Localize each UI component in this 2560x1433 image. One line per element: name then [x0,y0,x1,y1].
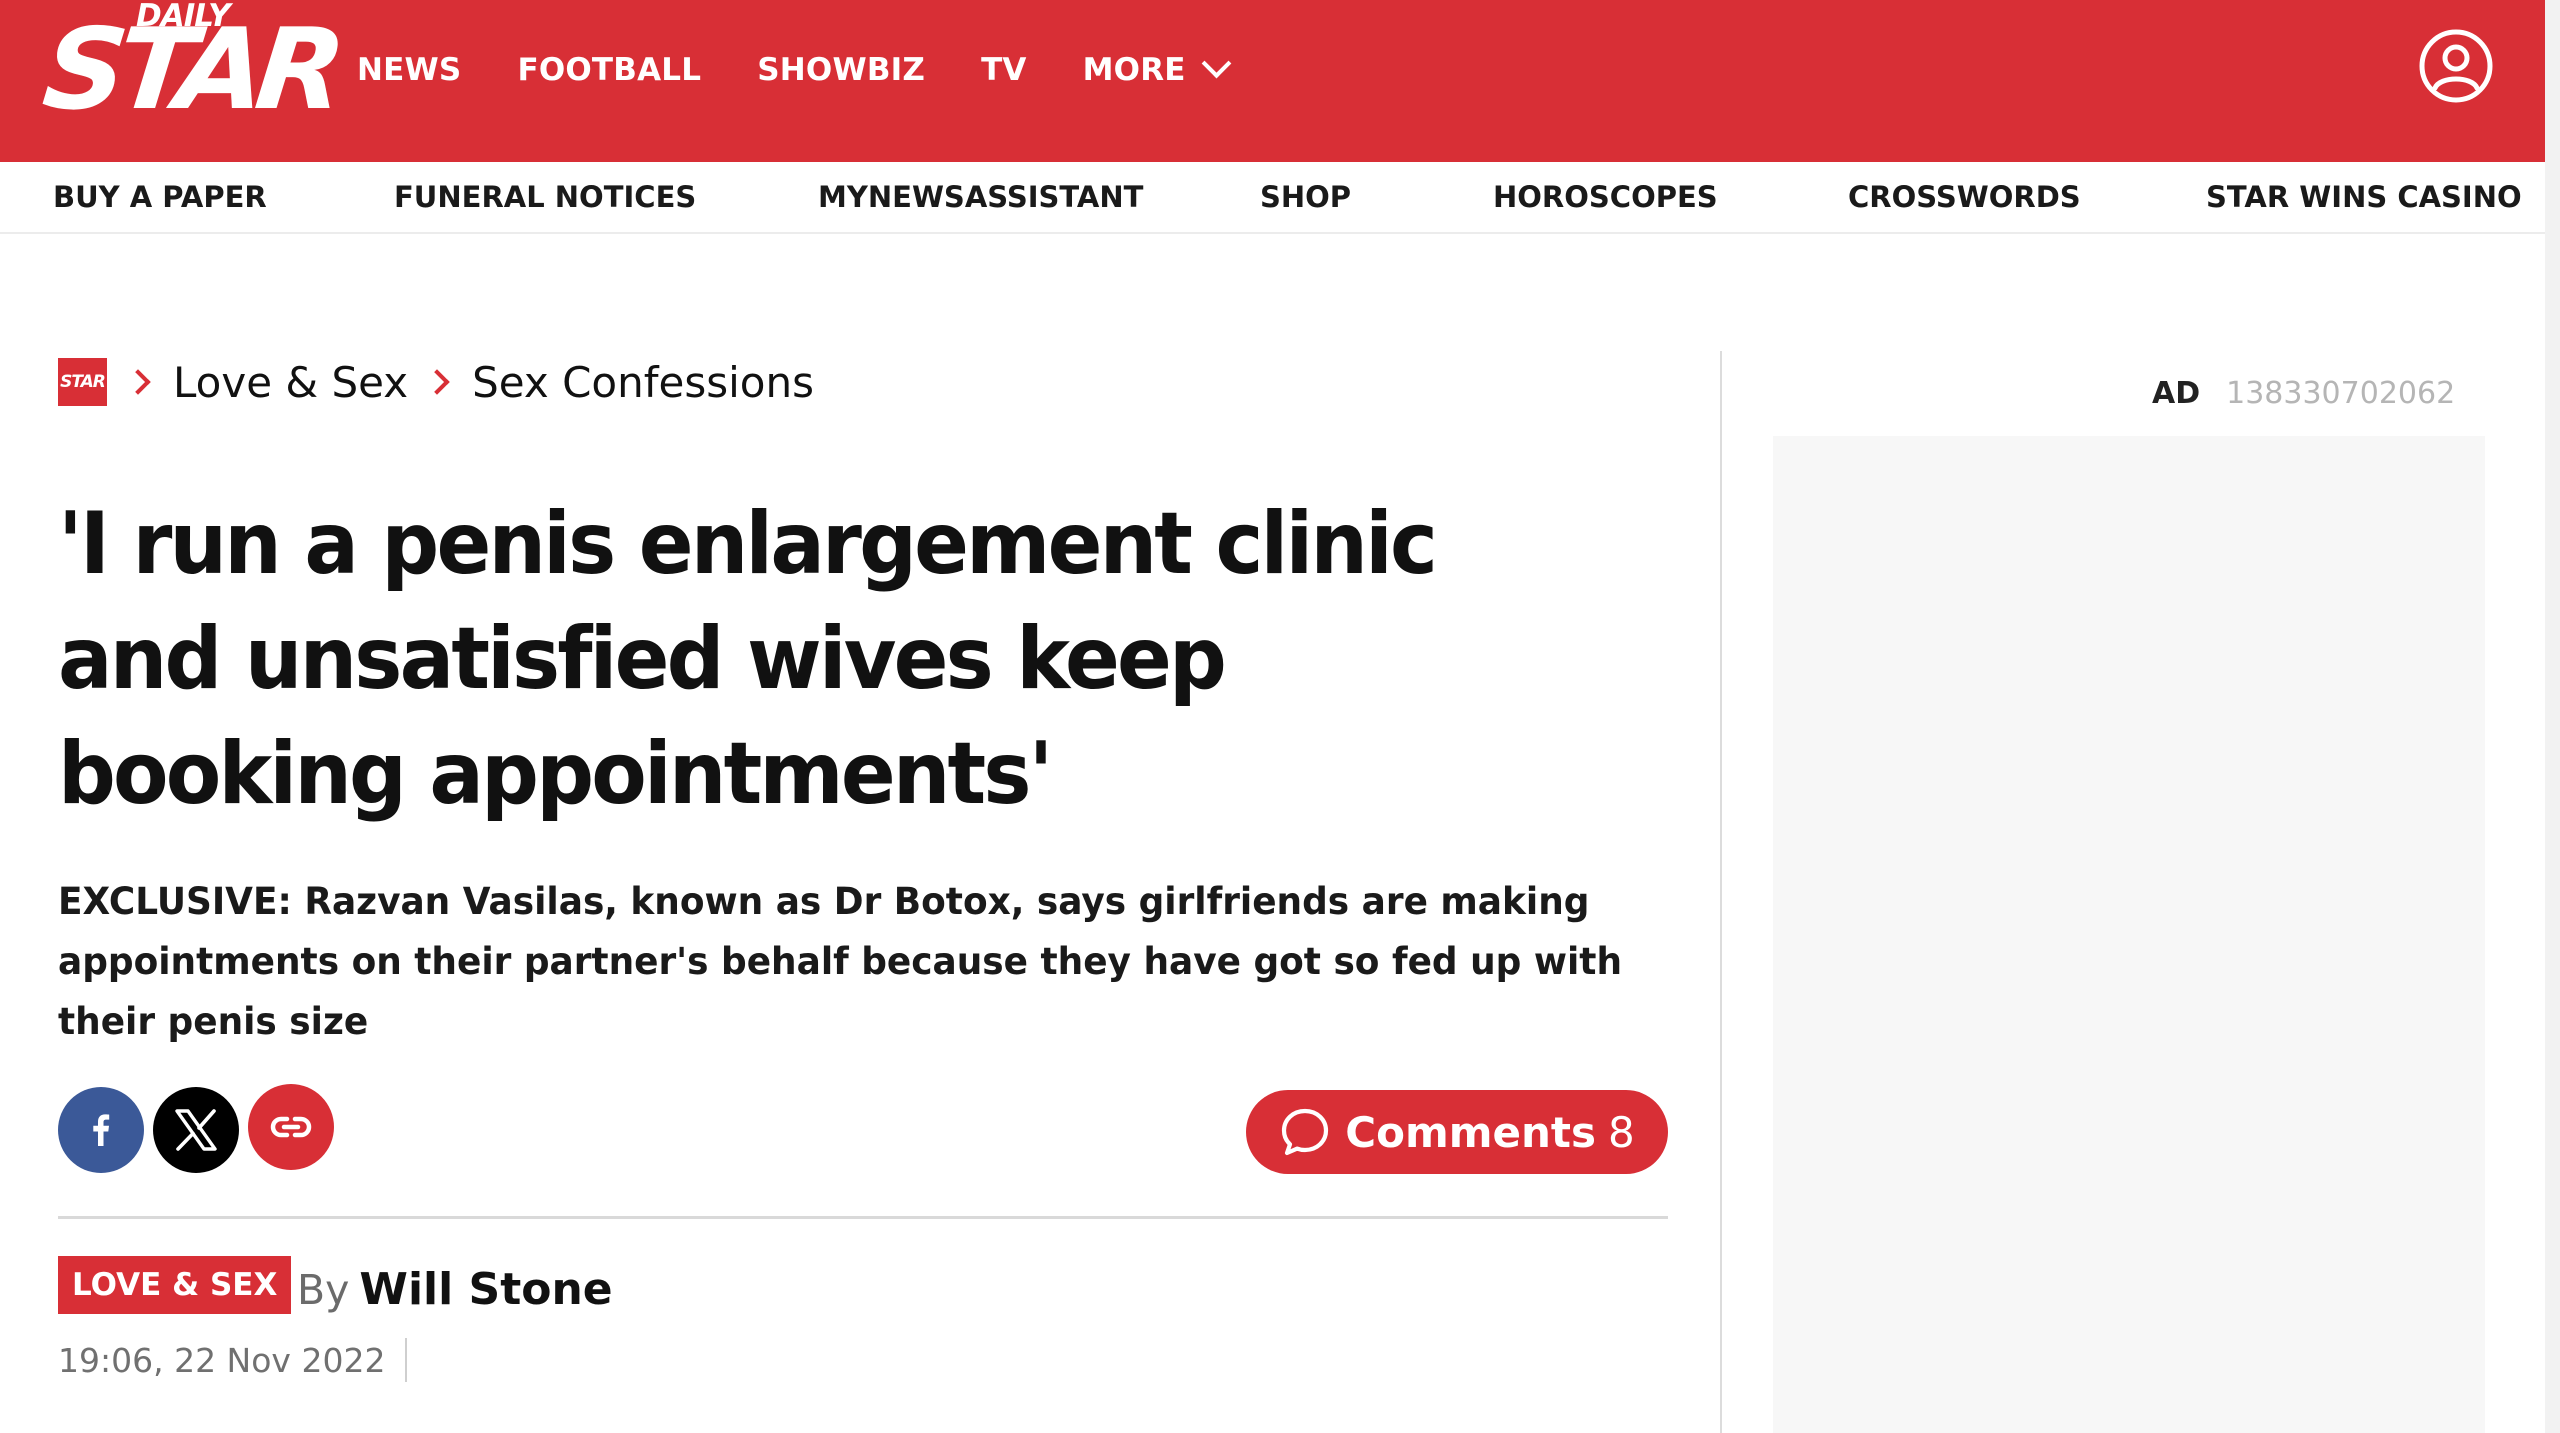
timestamp-text: 19:06, 22 Nov 2022 [58,1340,386,1380]
byline: By Will Stone [297,1264,613,1315]
comments-label: Comments [1345,1107,1596,1157]
subnav-buy-a-paper[interactable]: BUY A PAPER [53,180,267,214]
secondary-nav: BUY A PAPER FUNERAL NOTICES MYNEWSASSIST… [0,162,2545,234]
subnav-horoscopes[interactable]: HOROSCOPES [1493,180,1718,214]
site-header: STAR DAILY NEWS FOOTBALL SHOWBIZ TV MORE [0,0,2545,162]
link-icon [270,1116,312,1138]
nav-showbiz[interactable]: SHOWBIZ [757,52,925,88]
breadcrumb: STAR Love & Sex Sex Confessions [58,356,834,408]
chevron-down-icon [1201,48,1232,78]
sidebar-ad-slot[interactable] [1773,436,2485,1433]
user-circle-icon [2419,29,2493,103]
author-name[interactable]: Will Stone [359,1264,612,1315]
column-divider [1720,351,1722,1433]
article-headline: 'I run a penis enlargement clinic and un… [58,494,1438,824]
subnav-star-wins-casino[interactable]: STAR WINS CASINO [2206,180,2522,214]
breadcrumb-sex-confessions[interactable]: Sex Confessions [472,358,814,407]
article-standfirst: EXCLUSIVE: Razvan Vasilas, known as Dr B… [58,880,1623,1043]
ad-id: 138330702062 [2226,376,2456,411]
subnav-crosswords[interactable]: CROSSWORDS [1848,180,2081,214]
comments-count: 8 [1607,1107,1635,1157]
category-tag-label: LOVE & SEX [72,1267,278,1303]
daily-star-logo[interactable]: STAR DAILY [38,0,343,140]
nav-more[interactable]: MORE [1082,48,1232,88]
account-button[interactable] [2418,28,2494,104]
category-tag[interactable]: LOVE & SEX [58,1256,292,1314]
chevron-right-icon [424,369,450,395]
breadcrumb-home-logo[interactable]: STAR [58,358,107,406]
main-nav: NEWS FOOTBALL SHOWBIZ TV MORE [357,48,1232,92]
chevron-right-icon [125,369,151,395]
nav-news[interactable]: NEWS [357,52,461,88]
x-icon [175,1109,217,1151]
nav-tv[interactable]: TV [981,52,1027,88]
timestamp-separator [405,1338,408,1382]
speech-bubble-icon [1282,1108,1329,1156]
copy-link-button[interactable] [248,1084,334,1170]
ad-label-text: AD [2152,376,2201,411]
logo-top-text: DAILY [136,0,231,34]
share-x-button[interactable] [153,1087,239,1173]
subnav-shop[interactable]: SHOP [1260,180,1351,214]
breadcrumb-home-logo-text: STAR [60,372,106,392]
byline-by: By [297,1266,350,1314]
section-divider [58,1216,1668,1219]
subnav-funeral-notices[interactable]: FUNERAL NOTICES [394,180,696,214]
subnav-mynewsassistant[interactable]: MYNEWSASSISTANT [818,180,1143,214]
share-facebook-button[interactable] [58,1087,144,1173]
page: STAR DAILY NEWS FOOTBALL SHOWBIZ TV MORE… [0,0,2545,1433]
share-buttons [58,1084,343,1174]
publish-timestamp: 19:06, 22 Nov 2022 [58,1337,408,1383]
ad-label: AD 138330702062 [2152,376,2455,411]
nav-more-label: MORE [1082,52,1186,88]
nav-football[interactable]: FOOTBALL [517,52,701,88]
window-right-edge [2545,0,2560,1433]
breadcrumb-love-and-sex[interactable]: Love & Sex [173,358,408,407]
comments-button[interactable]: Comments 8 [1246,1090,1668,1174]
facebook-icon [93,1114,110,1146]
